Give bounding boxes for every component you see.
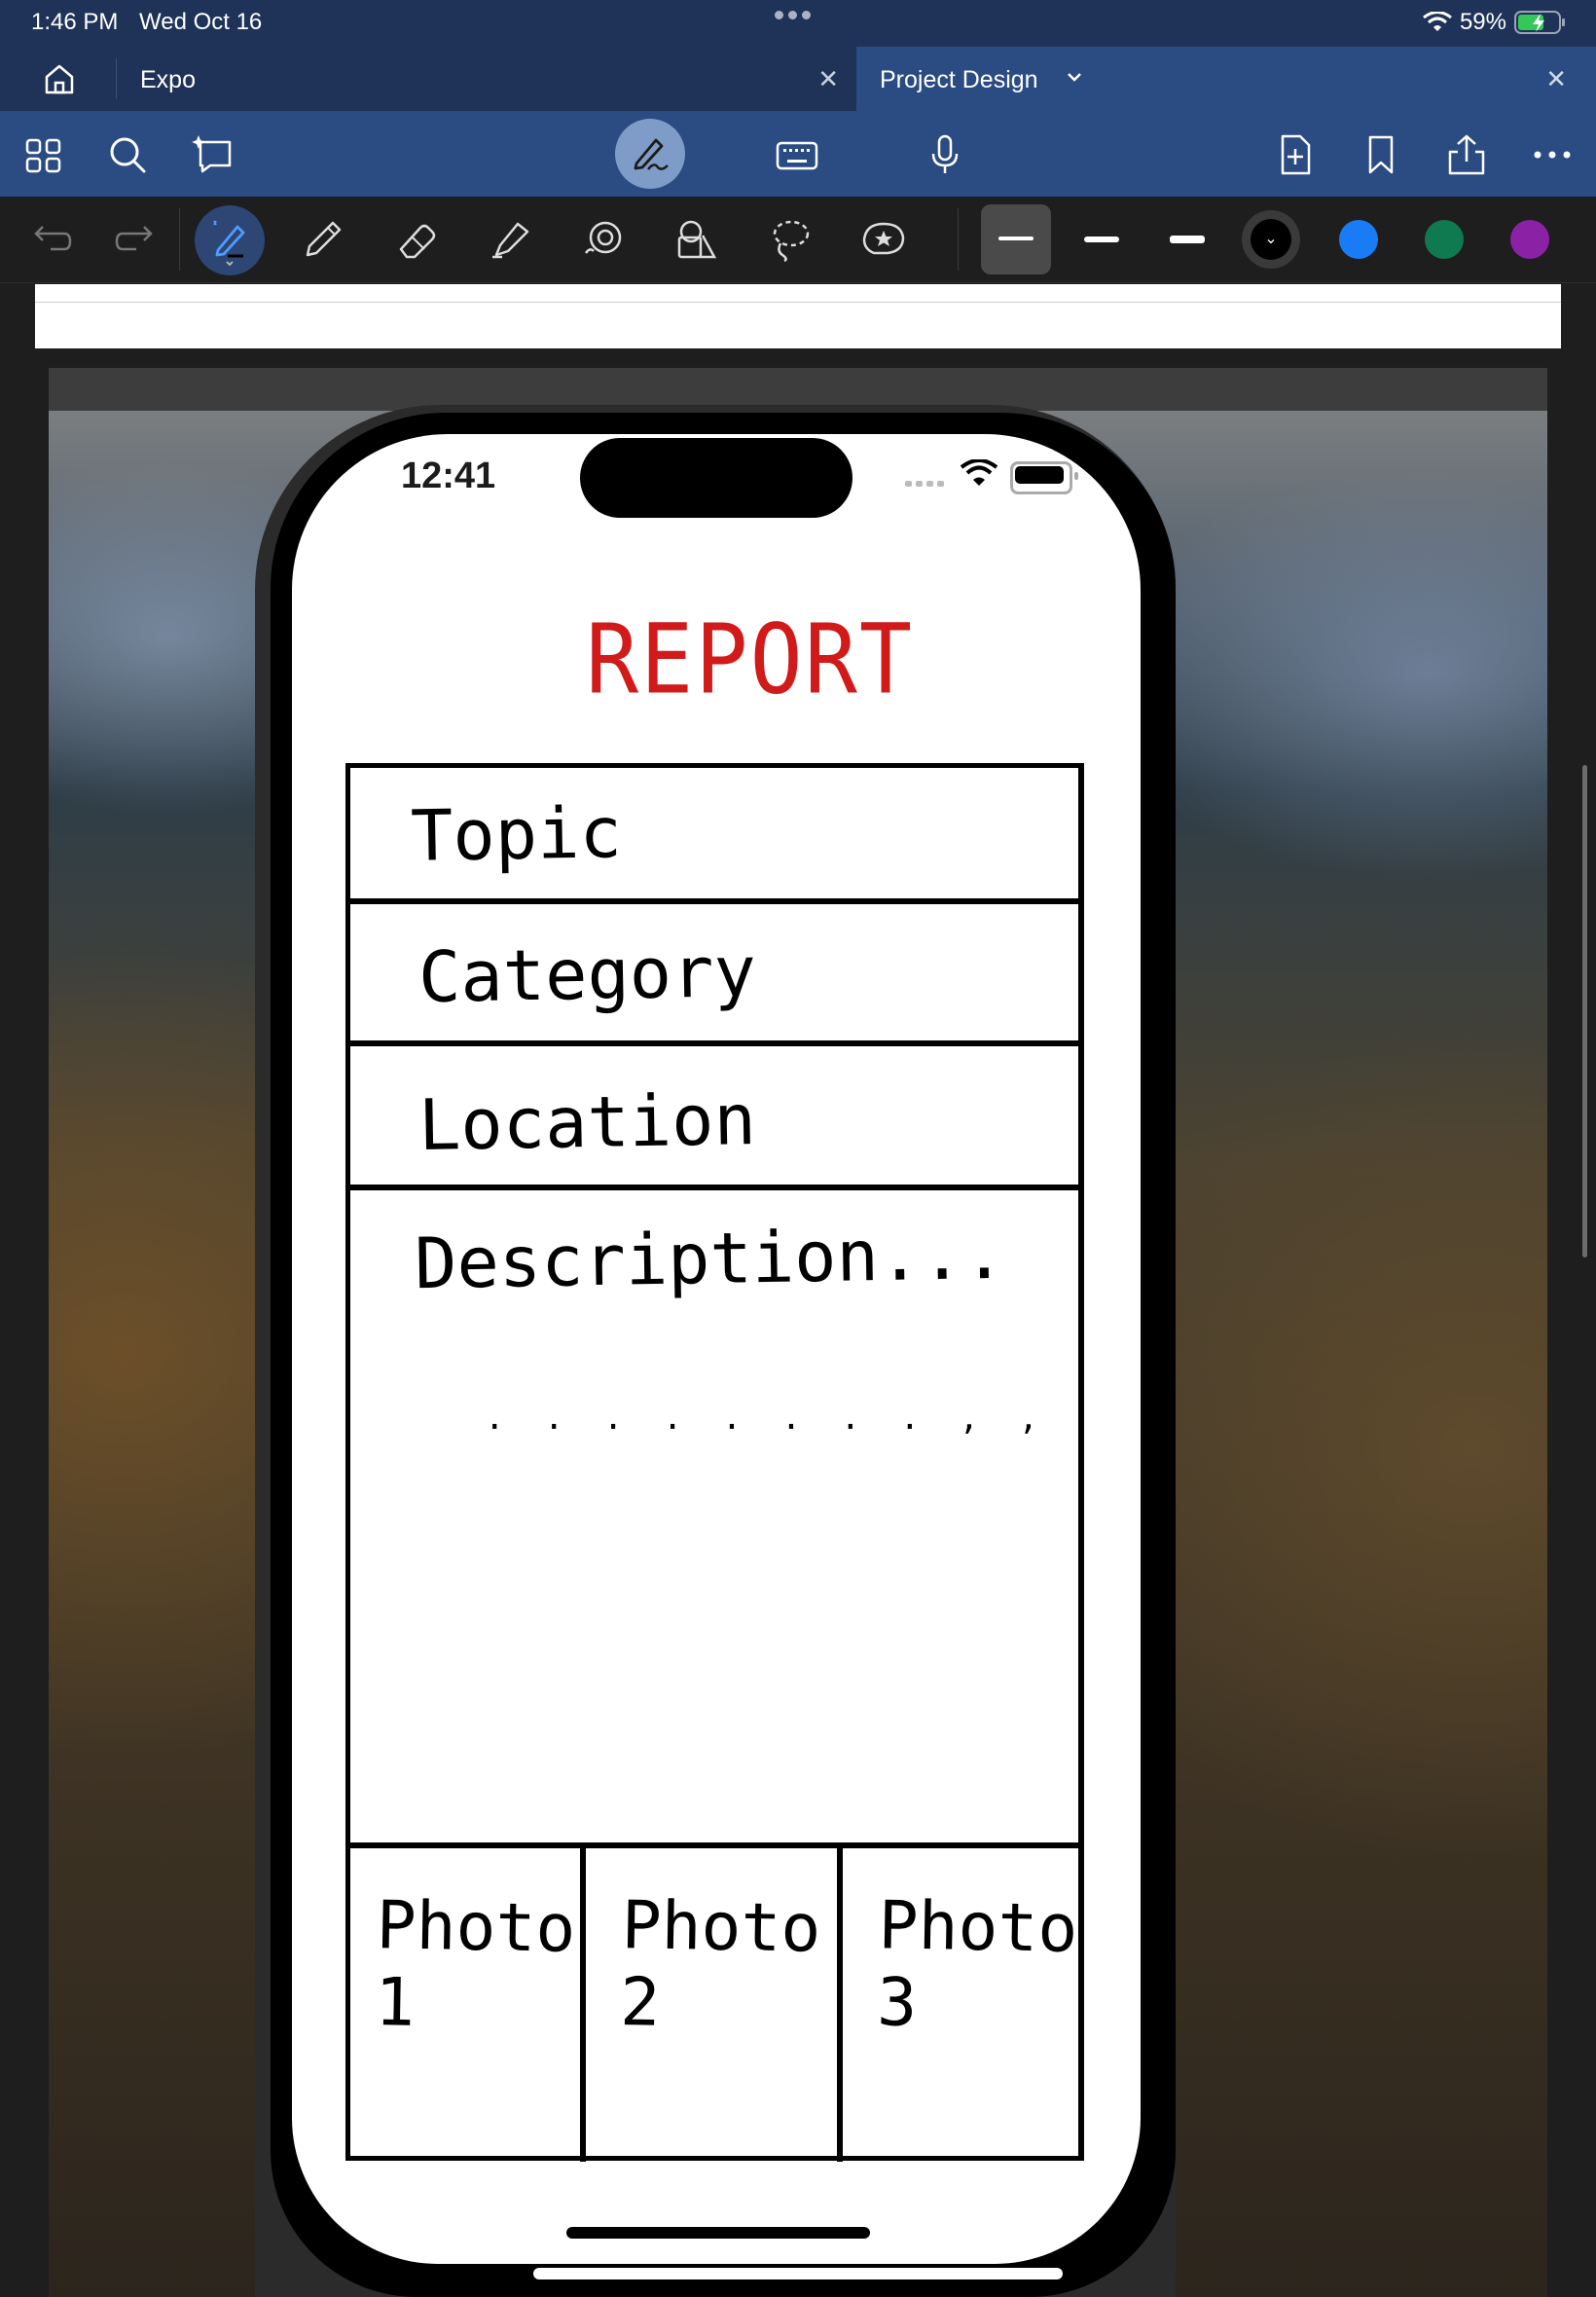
chevron-down-icon[interactable] (1063, 65, 1086, 89)
shape-icon[interactable] (580, 216, 627, 263)
battery-percent: 59% (1459, 9, 1506, 35)
location-field[interactable]: Location (350, 1046, 1078, 1190)
chevron-down-icon: ⌄ (1251, 219, 1291, 260)
close-tab-icon[interactable]: ✕ (817, 64, 839, 94)
thickness-thick-button[interactable] (1170, 236, 1205, 243)
toolbar-divider (179, 208, 180, 271)
sticker-icon[interactable] (860, 216, 907, 263)
lasso-icon[interactable] (767, 216, 814, 263)
description-dots: . . . . . . . . , , (485, 1399, 1048, 1438)
dynamic-island (580, 438, 852, 518)
category-label: Category (417, 930, 757, 1019)
phone-screen: 12:41 REPORT Topic Category Location Des… (292, 434, 1141, 2264)
more-icon[interactable] (1530, 132, 1575, 177)
wifi-icon (1423, 12, 1452, 31)
status-right: 59% (1423, 9, 1567, 36)
photo-2-label: Photo 2 (619, 1887, 822, 2042)
thickness-thin-icon (998, 237, 1034, 240)
tab-expo-label: Expo (140, 66, 196, 93)
color-swatch-black[interactable]: ⌄ (1242, 210, 1300, 269)
tab-project-design[interactable]: Project Design ✕ (856, 47, 1596, 111)
home-indicator[interactable] (533, 2268, 1063, 2279)
add-page-icon[interactable] (1273, 132, 1318, 177)
tab-project-design-label: Project Design (880, 66, 1038, 93)
topic-field[interactable]: Topic (350, 768, 1078, 904)
photo-slot-3[interactable]: Photo 3 (843, 1848, 1078, 2162)
battery-charging-icon (1514, 11, 1565, 34)
previous-page (35, 284, 1561, 348)
photo-slot-2[interactable]: Photo 2 (586, 1848, 843, 2162)
status-bar: 1:46 PM Wed Oct 16 59% (0, 0, 1596, 47)
phone-home-indicator (566, 2227, 870, 2239)
color-swatch-blue[interactable] (1339, 220, 1378, 259)
photo-row: Photo 1 Photo 2 Photo 3 (350, 1842, 1078, 2162)
redo-icon[interactable] (113, 216, 160, 263)
toolbar-divider (958, 208, 959, 271)
close-tab-icon[interactable]: ✕ (1545, 64, 1567, 94)
grid-icon[interactable] (21, 132, 66, 177)
description-label: Description... (414, 1212, 1006, 1305)
keyboard-icon[interactable] (775, 132, 819, 177)
report-title: REPORT (586, 603, 915, 716)
photo-1-label: Photo 1 (374, 1887, 577, 2042)
pen-mode-icon (634, 138, 669, 170)
pen-mode-button[interactable] (615, 119, 685, 189)
tab-bar: Expo ✕ Project Design ✕ (0, 47, 1596, 111)
status-time: 1:46 PM (31, 9, 119, 35)
microphone-icon[interactable] (923, 132, 967, 177)
element-icon[interactable] (673, 216, 720, 263)
fountain-pen-button[interactable] (195, 205, 265, 275)
sparkle-chat-icon[interactable] (191, 132, 236, 177)
phone-time: 12:41 (401, 456, 496, 496)
wifi-icon (960, 459, 998, 486)
pencil-icon[interactable] (300, 216, 346, 263)
search-icon[interactable] (105, 132, 150, 177)
fountain-pen-icon (213, 220, 245, 266)
multitasking-dots-icon[interactable] (775, 11, 811, 19)
undo-icon[interactable] (27, 216, 74, 263)
main-toolbar (0, 111, 1596, 197)
home-icon[interactable] (35, 61, 84, 96)
thickness-thin-button[interactable] (981, 204, 1051, 274)
location-label: Location (417, 1077, 757, 1167)
battery-icon (1010, 461, 1078, 494)
topic-label: Topic (410, 791, 623, 877)
category-field[interactable]: Category (350, 904, 1078, 1046)
photo-slot-1[interactable]: Photo 1 (350, 1848, 586, 2162)
scrollbar[interactable] (1582, 765, 1587, 1258)
description-field[interactable]: Description... . . . . . . . . , , (350, 1190, 1078, 1837)
share-icon[interactable] (1444, 132, 1489, 177)
thickness-medium-button[interactable] (1084, 237, 1119, 242)
photo-3-label: Photo 3 (876, 1887, 1079, 2042)
status-date: Wed Oct 16 (139, 9, 263, 35)
tab-expo[interactable]: Expo ✕ (117, 47, 856, 111)
highlighter-icon[interactable] (487, 216, 533, 263)
signal-icon (905, 481, 944, 487)
report-form: Topic Category Location Description... .… (345, 763, 1084, 2162)
pen-toolbar: ⌄ (0, 197, 1596, 283)
color-swatch-purple[interactable] (1510, 220, 1549, 259)
color-swatch-green[interactable] (1425, 220, 1464, 259)
bookmark-icon[interactable] (1359, 132, 1403, 177)
eraser-icon[interactable] (393, 216, 440, 263)
